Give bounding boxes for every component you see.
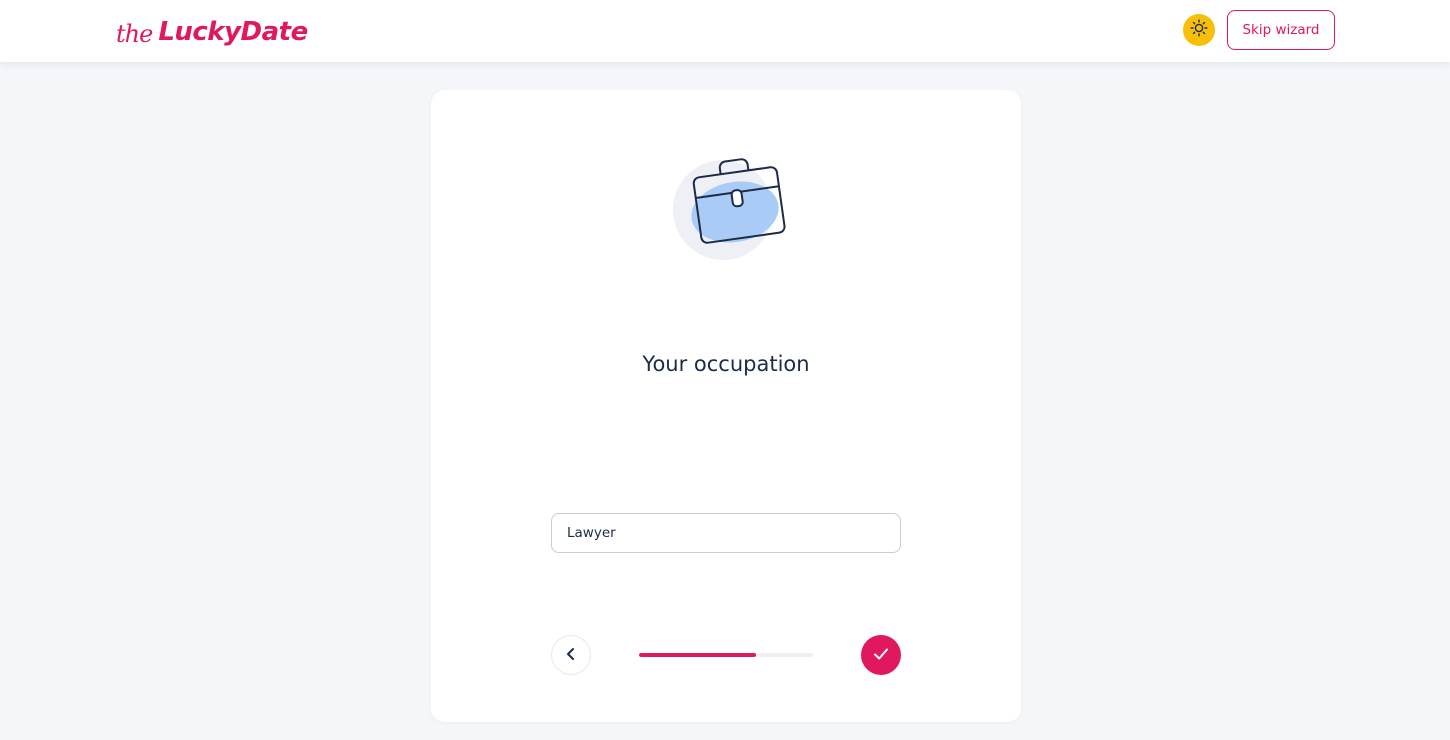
wizard-title: Your occupation	[642, 352, 810, 376]
briefcase-icon	[667, 152, 787, 268]
checkmark-icon	[872, 645, 890, 666]
occupation-input[interactable]	[551, 513, 901, 553]
progress-fill	[639, 653, 756, 657]
logo-name: LuckyDate	[158, 17, 308, 47]
top-navigation-bar: the LuckyDate Skip wizard	[0, 0, 1450, 62]
luckydate-logo[interactable]: the LuckyDate	[116, 6, 308, 54]
theme-toggle-button[interactable]	[1183, 14, 1215, 46]
wizard-card: Your occupation	[431, 90, 1021, 722]
logo-prefix: the	[116, 20, 153, 48]
skip-wizard-button[interactable]: Skip wizard	[1227, 10, 1335, 50]
back-button[interactable]	[551, 635, 591, 675]
wizard-progress-bar	[639, 653, 813, 657]
sun-icon	[1190, 19, 1208, 41]
chevron-left-icon	[564, 646, 578, 665]
confirm-button[interactable]	[861, 635, 901, 675]
